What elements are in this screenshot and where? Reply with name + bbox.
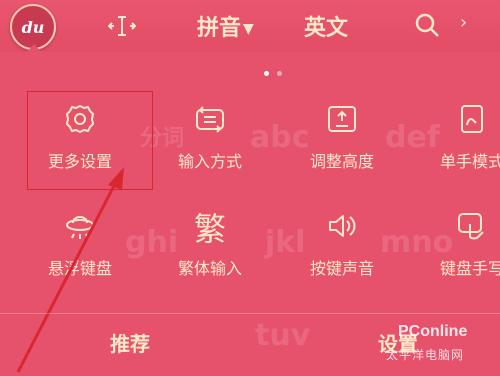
tab-recommend[interactable]: 推荐 [110, 328, 150, 357]
search-icon[interactable] [412, 10, 442, 40]
tab-pinyin[interactable]: 拼音 ▼ [197, 10, 254, 42]
watermark-subtitle: 太平洋电脑网 [386, 348, 465, 362]
menu-item-traditional[interactable]: 繁 繁体输入 [150, 210, 270, 310]
menu-item-label: 单手模式 [439, 152, 500, 171]
menu-item-label: 输入方式 [177, 152, 242, 171]
menu-item-floating-keyboard[interactable]: 悬浮键盘 [20, 210, 140, 310]
menu-item-one-hand[interactable]: 单手模式 [412, 103, 500, 203]
menu-item-label: 繁体输入 [177, 259, 242, 278]
resize-height-icon [326, 103, 358, 135]
watermark-logo: PConline [398, 323, 468, 340]
tab-pinyin-label: 拼音 [197, 16, 242, 41]
floating-keyboard-icon [64, 210, 96, 242]
page-indicator [264, 71, 282, 76]
toolbar: du 拼音 ▼ 英文 › [0, 0, 500, 52]
tab-english[interactable]: 英文 [304, 10, 348, 42]
tab-english-label: 英文 [304, 16, 349, 41]
menu-item-label: 悬浮键盘 [47, 259, 112, 278]
page-dot [277, 71, 282, 76]
menu-item-key-sound[interactable]: 按键声音 [282, 210, 402, 310]
switch-keyboard-icon [194, 103, 226, 135]
menu-item-label: 按键声音 [309, 259, 374, 278]
menu-item-handwriting[interactable]: 键盘手写 [412, 210, 500, 310]
menu-item-adjust-height[interactable]: 调整高度 [282, 103, 402, 203]
caret-down-icon: ▼ [243, 21, 254, 37]
traditional-char-icon: 繁 [193, 210, 226, 248]
page-dot [264, 71, 269, 76]
annotation-highlight-box [27, 91, 153, 190]
one-hand-icon [456, 103, 488, 135]
speaker-icon [326, 210, 358, 242]
logo-text: du [21, 17, 45, 37]
handwriting-icon [456, 210, 488, 242]
menu-item-label: 键盘手写 [439, 259, 500, 278]
cursor-move-icon[interactable] [108, 12, 136, 40]
menu-item-label: 调整高度 [309, 152, 374, 171]
chevron-right-icon[interactable]: › [460, 12, 467, 33]
menu-item-input-method[interactable]: 输入方式 [150, 103, 270, 203]
